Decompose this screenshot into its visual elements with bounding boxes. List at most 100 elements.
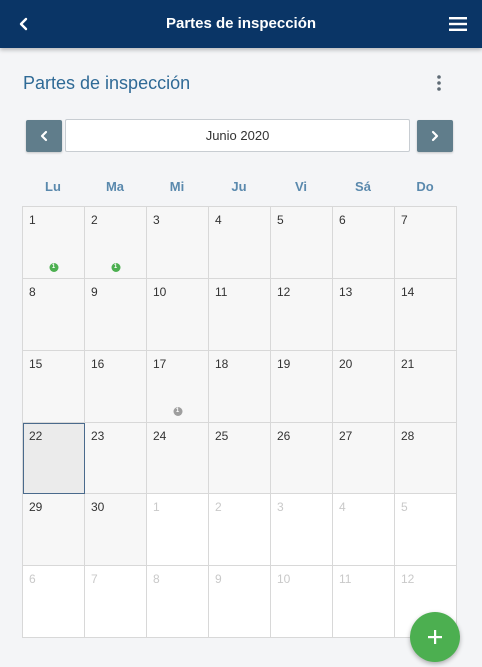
page-title: Partes de inspección (23, 73, 191, 93)
calendar-day-cell[interactable]: 11 (23, 207, 85, 279)
menu-button[interactable] (444, 10, 472, 38)
calendar-day-cell[interactable]: 2 (209, 494, 271, 567)
weekday-label: Mi (169, 179, 185, 194)
calendar-day-cell[interactable]: 1 (147, 494, 209, 567)
add-button[interactable] (410, 612, 460, 662)
calendar-day-cell[interactable]: 6 (23, 566, 85, 638)
calendar-day-cell[interactable]: 27 (333, 422, 395, 495)
header-title: Partes de inspección (165, 15, 317, 32)
day-number: 15 (29, 356, 43, 371)
calendar-day-cell[interactable]: 24 (147, 422, 209, 495)
calendar-day-cell[interactable]: 9 (85, 278, 147, 351)
calendar-day-cell[interactable]: 26 (271, 422, 333, 495)
day-number: 3 (277, 500, 284, 515)
weekday-label: Do (416, 179, 434, 194)
calendar-day-cell[interactable]: 29 (23, 494, 85, 567)
calendar-day-cell[interactable]: 8 (23, 278, 85, 351)
day-number: 23 (91, 428, 105, 443)
day-number: 9 (215, 572, 222, 587)
day-number: 6 (29, 572, 36, 587)
previous-month-button[interactable] (26, 120, 62, 152)
day-number: 25 (215, 428, 229, 443)
day-number: 8 (153, 572, 160, 587)
day-number: 30 (91, 500, 105, 515)
calendar-day-cell[interactable]: 18 (209, 350, 271, 423)
calendar-day-cell[interactable]: 17 1 (147, 350, 209, 423)
weekday-header: Lu Ma Mi Ju Vi Sá Do (22, 176, 457, 198)
calendar-day-cell[interactable]: 4 (333, 494, 395, 567)
calendar-day-cell[interactable]: 5 (271, 207, 333, 279)
day-number: 9 (91, 284, 98, 299)
calendar-day-cell[interactable]: 10 (271, 566, 333, 638)
calendar-day-cell[interactable]: 28 (395, 422, 457, 495)
calendar-day-cell[interactable]: 7 (85, 566, 147, 638)
calendar-day-cell[interactable]: 16 (85, 350, 147, 423)
calendar-day-cell[interactable]: 22 (23, 422, 85, 495)
weekday-label: Ju (231, 179, 247, 194)
event-count-badge[interactable]: 1 (173, 406, 182, 416)
calendar-day-cell[interactable]: 9 (209, 566, 271, 638)
calendar-day-cell[interactable]: 21 (85, 207, 147, 279)
calendar-day-cell[interactable]: 7 (395, 207, 457, 279)
day-number: 3 (153, 213, 160, 227)
day-number: 24 (153, 428, 167, 443)
event-count-badge[interactable]: 1 (111, 262, 120, 272)
chevron-left-icon (40, 130, 48, 142)
weekday-label: Ma (105, 179, 125, 194)
event-count-badge[interactable]: 1 (49, 262, 58, 272)
more-options-button[interactable] (429, 72, 449, 94)
calendar-day-cell[interactable]: 25 (209, 422, 271, 495)
day-number: 18 (215, 356, 229, 371)
calendar-day-cell[interactable]: 13 (333, 278, 395, 351)
day-number: 22 (29, 428, 43, 443)
day-number: 8 (29, 284, 36, 299)
calendar-grid: 1 1 2 1 3 4 5 6 7 8 9 10 11 12 13 14 15 16 17 1 18 19 20 21 22 23… (22, 206, 457, 638)
calendar-day-cell[interactable]: 23 (85, 422, 147, 495)
calendar-day-cell[interactable]: 3 (147, 207, 209, 279)
day-number: 10 (153, 284, 167, 299)
calendar-day-cell[interactable]: 10 (147, 278, 209, 351)
calendar-day-cell[interactable]: 11 (333, 566, 395, 638)
day-number: 7 (91, 572, 98, 587)
calendar-day-cell[interactable]: 30 (85, 494, 147, 567)
calendar-day-cell[interactable]: 8 (147, 566, 209, 638)
day-number: 26 (277, 428, 291, 443)
calendar-day-cell[interactable]: 21 (395, 350, 457, 423)
plus-icon (428, 630, 442, 644)
calendar-day-cell[interactable]: 14 (395, 278, 457, 351)
day-number: 13 (339, 284, 353, 299)
next-month-button[interactable] (417, 120, 453, 152)
calendar-day-cell[interactable]: 5 (395, 494, 457, 567)
calendar-day-cell[interactable]: 15 (23, 350, 85, 423)
day-number: 2 (215, 500, 222, 515)
day-number: 7 (401, 213, 408, 227)
calendar-day-cell[interactable]: 19 (271, 350, 333, 423)
day-number: 28 (401, 428, 415, 443)
day-number: 16 (91, 356, 105, 371)
day-number: 19 (277, 356, 291, 371)
day-number: 17 (153, 356, 167, 371)
day-number: 4 (215, 213, 222, 227)
calendar-day-cell[interactable]: 3 (271, 494, 333, 567)
day-number: 11 (215, 284, 228, 299)
day-number: 6 (339, 213, 346, 227)
calendar-day-cell[interactable]: 6 (333, 207, 395, 279)
calendar-day-cell[interactable]: 11 (209, 278, 271, 351)
calendar-day-cell[interactable]: 4 (209, 207, 271, 279)
day-number: 1 (29, 213, 36, 227)
day-number: 11 (339, 572, 352, 587)
weekday-label: Lu (45, 179, 61, 194)
app-header: Partes de inspección (0, 0, 482, 48)
day-number: 10 (277, 572, 291, 587)
day-number: 5 (401, 500, 408, 515)
weekday-label: Vi (294, 179, 308, 194)
day-number: 12 (277, 284, 291, 299)
day-number: 20 (339, 356, 353, 371)
calendar-day-cell[interactable]: 20 (333, 350, 395, 423)
chevron-right-icon (431, 130, 439, 142)
month-selector[interactable]: Junio 2020 (65, 119, 410, 152)
calendar-day-cell[interactable]: 12 (271, 278, 333, 351)
day-number: 1 (153, 500, 160, 515)
more-vertical-icon (437, 75, 441, 91)
day-number: 12 (401, 572, 415, 587)
